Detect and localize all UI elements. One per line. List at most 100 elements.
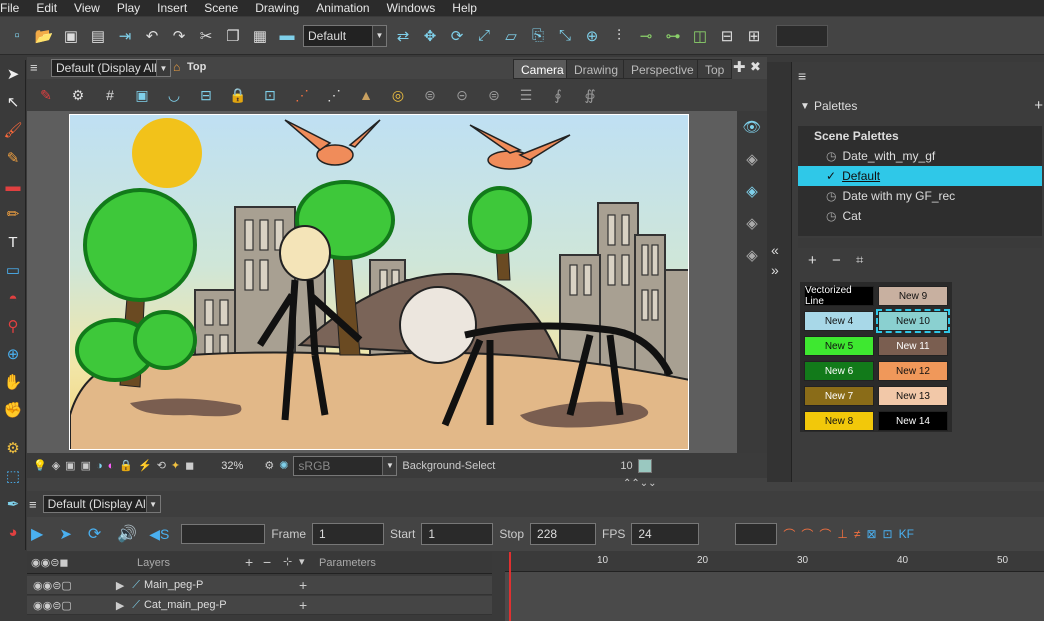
skew-icon[interactable]: ▱	[500, 25, 522, 47]
open-folder-icon[interactable]: 📂	[33, 25, 55, 47]
color-swatch[interactable]: New 10	[876, 309, 950, 333]
import-icon[interactable]: ⇥	[114, 25, 136, 47]
rotate-view-icon[interactable]: ✊	[0, 396, 26, 424]
stop-motion-icon[interactable]: ⊟	[716, 25, 738, 47]
brush-tool-icon[interactable]: 🖌	[0, 116, 26, 144]
light-icon[interactable]: 💡	[33, 459, 47, 472]
tab-camera[interactable]: Camera	[513, 59, 572, 79]
workspace-toggle-icon[interactable]: ⇄	[392, 25, 414, 47]
color-swatch[interactable]: New 8	[804, 411, 874, 431]
tab-top[interactable]: Top	[697, 59, 733, 79]
onion-icon[interactable]: ◑	[96, 460, 103, 472]
start-field[interactable]: 1	[421, 523, 494, 545]
palette-item[interactable]: ◷ Date with my GF_rec	[798, 186, 1042, 206]
layer-toggles-icon[interactable]: ◉◉⊜◼	[31, 556, 69, 569]
scene-canvas[interactable]	[69, 114, 689, 450]
settings-gear-icon[interactable]: ⚙	[65, 82, 91, 108]
palette-item-selected[interactable]: ✓ Default	[798, 166, 1042, 186]
close-icon[interactable]: ✖	[750, 59, 761, 75]
current-color-swatch[interactable]	[637, 458, 652, 473]
motion-path-icon[interactable]: ⋰	[289, 82, 315, 108]
peg-icon[interactable]: ⊞	[743, 25, 765, 47]
add-icon[interactable]: +	[1034, 97, 1043, 114]
undo-icon[interactable]: ↶	[141, 25, 163, 47]
keyframe-icon[interactable]: KF	[899, 527, 914, 541]
paste-icon[interactable]: ▦	[249, 25, 271, 47]
fps-select[interactable]: 24	[631, 523, 700, 545]
color-swatch[interactable]: New 9	[878, 286, 948, 306]
loop-icon[interactable]: ⟳	[88, 524, 101, 544]
layer-current-icon[interactable]: ◈	[737, 175, 767, 207]
color-swatch[interactable]: Vectorized Line	[804, 285, 874, 307]
copy-icon[interactable]: ❐	[222, 25, 244, 47]
frame-grid[interactable]: 10 20 30 40 50	[505, 552, 1044, 621]
timeline-display-select[interactable]: Default (Display All) ▼	[42, 495, 161, 513]
lock-small-icon[interactable]: 🔒	[119, 459, 133, 472]
breadcrumb[interactable]: Top	[187, 61, 206, 73]
menu-play[interactable]: Play	[109, 0, 149, 16]
tab-drawing[interactable]: Drawing	[566, 59, 627, 79]
layer-visibility-icon[interactable]: ◉◉⊜▢	[33, 579, 72, 592]
play-selection-icon[interactable]: ➤	[59, 525, 72, 543]
zoom-tool-icon[interactable]: ⊕	[0, 340, 26, 368]
cut-icon[interactable]: ✂	[195, 25, 217, 47]
set-ease-icon[interactable]: ◫	[689, 25, 711, 47]
frame-icon[interactable]: ▣	[65, 459, 75, 472]
color-swatch[interactable]: New 4	[804, 311, 874, 331]
frame-2-icon[interactable]: ▣	[81, 459, 91, 472]
key-in-icon[interactable]: ⌒	[783, 526, 795, 543]
lock-all-icon[interactable]: ⊡	[257, 82, 283, 108]
layer-stack-4-icon[interactable]: ☰	[513, 82, 539, 108]
color-swatch[interactable]: New 14	[878, 411, 948, 431]
light-table-icon[interactable]: ◡	[161, 82, 187, 108]
color-swatch[interactable]: New 12	[878, 361, 948, 381]
scale-icon[interactable]: ⤢	[473, 25, 495, 47]
save-as-icon[interactable]: ▤	[87, 25, 109, 47]
layer-stack-2-icon[interactable]: ⊝	[449, 82, 475, 108]
triangle-down-icon[interactable]: ▼	[800, 101, 810, 112]
stop-field[interactable]: 228	[530, 523, 597, 545]
lamp-icon[interactable]: ◎	[385, 82, 411, 108]
ease-icon[interactable]: ⌒	[819, 526, 831, 543]
morphing-icon[interactable]: ⫶	[608, 25, 630, 47]
menu-view[interactable]: View	[66, 0, 109, 16]
maintain-size-icon[interactable]: ⤡	[554, 25, 576, 47]
contour-editor-icon[interactable]: ↖	[0, 88, 26, 116]
deformer-icon[interactable]: ∮	[545, 82, 571, 108]
camera-view[interactable]	[27, 111, 737, 453]
pivot-icon[interactable]: ⊕	[581, 25, 603, 47]
add-icon[interactable]: +	[299, 577, 307, 593]
spline-offset-icon[interactable]: ⎘	[527, 25, 549, 47]
sync-icon[interactable]: ⟲	[157, 459, 166, 472]
palette-item[interactable]: ◷ Date_with_my_gf	[798, 146, 1042, 166]
collapse-arrows-icon[interactable]: ⌃⌃⌄⌄	[623, 478, 657, 489]
color-swatch[interactable]: New 5	[804, 336, 874, 356]
ease-preset-select[interactable]	[735, 523, 778, 545]
layer-row[interactable]: ◉◉⊜▢ ▶ ⟋ Cat_main_peg-P +	[27, 596, 492, 615]
eraser-tool-icon[interactable]: ▬	[0, 172, 26, 200]
colorspace-icon[interactable]: ✺	[279, 459, 288, 472]
menu-windows[interactable]: Windows	[379, 0, 445, 16]
save-icon[interactable]: ▣	[60, 25, 82, 47]
text-tool-icon[interactable]: T	[0, 228, 26, 256]
add-view-icon[interactable]: ✚	[733, 58, 746, 76]
path-points-icon[interactable]: ⋰	[321, 82, 347, 108]
frame-ruler[interactable]: 10 20 30 40 50	[505, 552, 1044, 572]
layer-stack-3-icon[interactable]: ⊜	[481, 82, 507, 108]
sound-scrub-icon[interactable]: ◀S	[149, 526, 169, 543]
flip-icon[interactable]: ⊟	[193, 82, 219, 108]
insert-control-point-icon[interactable]: ⊶	[662, 25, 684, 47]
flash-icon[interactable]: ⚡	[138, 459, 152, 472]
menu-edit[interactable]: Edit	[28, 0, 66, 16]
paint-tool-icon[interactable]: ◓	[0, 284, 26, 312]
color-swatch[interactable]: New 6	[804, 361, 874, 381]
menu-icon[interactable]: ≡	[29, 497, 37, 512]
edit-color-icon[interactable]: ⌗	[856, 252, 863, 268]
playhead[interactable]	[509, 552, 511, 621]
playback-speed-slider[interactable]	[181, 524, 266, 544]
render-icon[interactable]: ✦	[171, 459, 180, 472]
key-stop-icon[interactable]: ≠	[854, 527, 861, 541]
menu-animation[interactable]: Animation	[308, 0, 378, 16]
expand-icon[interactable]: ▶	[116, 599, 124, 612]
toolbar-field[interactable]	[776, 24, 828, 47]
